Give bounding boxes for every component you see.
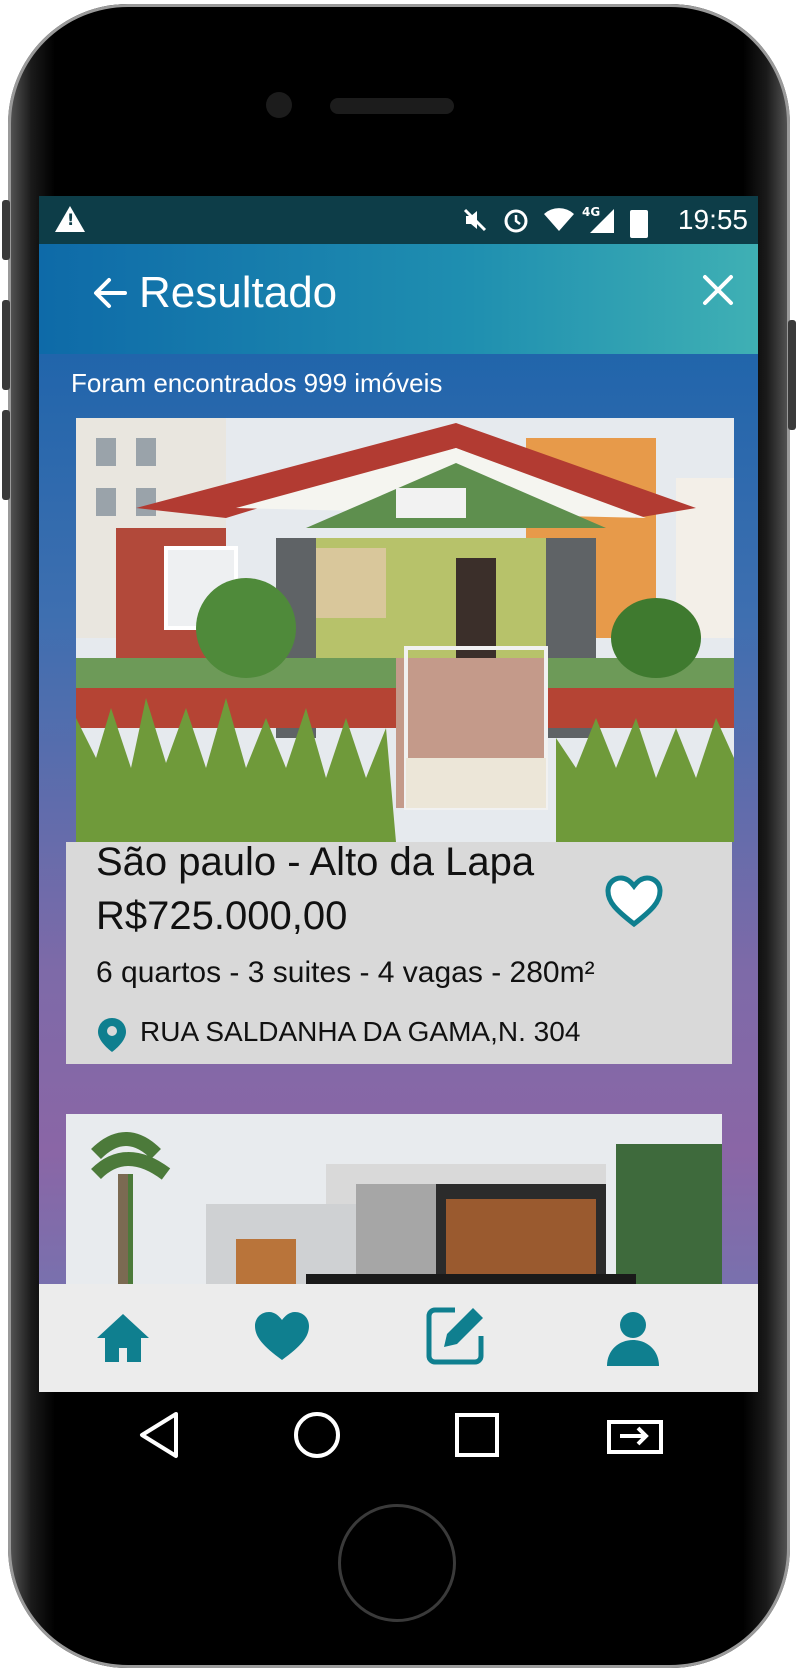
user-icon[interactable] <box>605 1310 661 1370</box>
property-photo[interactable] <box>76 418 734 842</box>
page-title: Resultado <box>139 268 338 317</box>
bottom-navigation <box>39 1284 758 1392</box>
favorite-heart-icon[interactable] <box>604 874 664 932</box>
close-icon[interactable] <box>700 270 736 318</box>
wifi-icon <box>544 207 574 240</box>
warning-icon: ! <box>55 206 85 232</box>
app-header: Resultado <box>39 244 758 354</box>
alarm-icon <box>502 206 530 241</box>
volume-down-button <box>2 410 10 500</box>
mute-icon <box>462 207 488 240</box>
listing-address: RUA SALDANHA DA GAMA,N. 304 <box>140 1016 581 1047</box>
power-button <box>788 320 796 430</box>
switch-app-icon[interactable] <box>606 1414 664 1460</box>
app-screen: ! 4G 19:55 Resultado Foram encontrados 9… <box>39 196 758 1392</box>
back-arrow-icon[interactable] <box>91 274 129 322</box>
home-circle-icon[interactable] <box>292 1410 342 1464</box>
recents-square-icon[interactable] <box>454 1412 500 1462</box>
back-triangle-icon[interactable] <box>136 1410 182 1464</box>
listing-card[interactable]: São paulo - Alto da Lapa R$725.000,00 6 … <box>66 418 734 1064</box>
property-photo-2[interactable] <box>66 1114 722 1294</box>
home-icon[interactable] <box>95 1310 151 1370</box>
status-icons: 4G <box>462 205 648 241</box>
signal-icon: 4G <box>582 205 616 240</box>
battery-icon <box>630 209 648 238</box>
listing-price: R$725.000,00 <box>96 894 348 938</box>
system-navigation-bar <box>0 1392 798 1478</box>
volume-up-button <box>2 300 10 390</box>
mute-switch <box>2 200 10 260</box>
location-pin-icon <box>98 1018 126 1056</box>
heart-icon[interactable] <box>253 1310 311 1366</box>
listing-location: São paulo - Alto da Lapa <box>96 840 535 884</box>
physical-home-button[interactable] <box>338 1504 456 1622</box>
status-time: 19:55 <box>677 204 748 235</box>
results-count: Foram encontrados 999 imóveis <box>71 368 443 398</box>
listing-specs: 6 quartos - 3 suites - 4 vagas - 280m² <box>96 956 595 989</box>
earpiece-speaker <box>330 98 454 114</box>
front-camera <box>266 92 292 118</box>
status-bar: ! 4G 19:55 <box>39 196 758 244</box>
network-type-label: 4G <box>582 205 601 219</box>
listing-info: São paulo - Alto da Lapa R$725.000,00 6 … <box>66 840 732 1064</box>
edit-icon[interactable] <box>425 1304 487 1370</box>
